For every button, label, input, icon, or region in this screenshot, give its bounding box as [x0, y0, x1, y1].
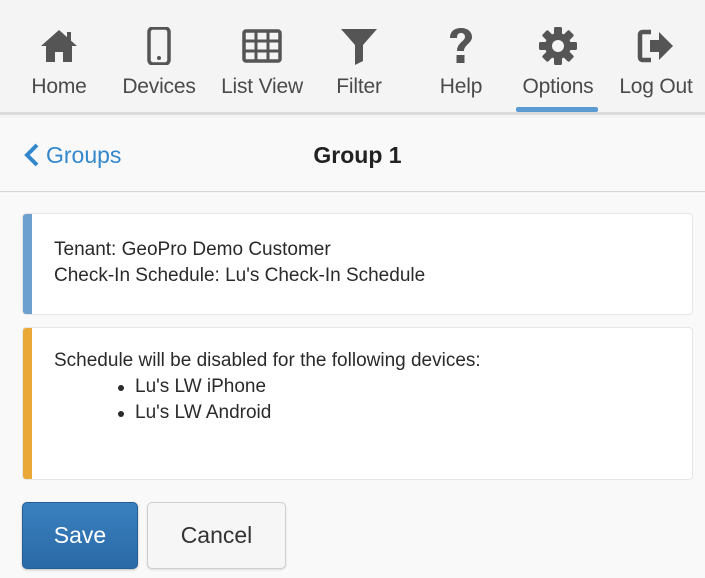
- nav-item-options[interactable]: Options: [512, 0, 604, 115]
- page-title: Group 1: [313, 142, 402, 168]
- cancel-button[interactable]: Cancel: [147, 502, 286, 569]
- nav-item-filter[interactable]: Filter: [322, 0, 396, 115]
- list-item: Lu's LW iPhone: [113, 374, 692, 400]
- warning-message: Schedule will be disabled for the follow…: [54, 350, 481, 371]
- schedule-warning-card: Schedule will be disabled for the follow…: [22, 327, 693, 480]
- group-info-card: Tenant: GeoPro Demo Customer Check-In Sc…: [22, 213, 693, 315]
- nav-label-options: Options: [522, 75, 594, 98]
- grid-list-icon: [242, 26, 282, 66]
- nav-label-log-out: Log Out: [619, 75, 693, 98]
- nav-label-help: Help: [439, 75, 483, 98]
- warning-accent-bar: [23, 328, 32, 479]
- nav-item-help[interactable]: Help: [426, 0, 496, 115]
- page-header: Groups Group 1: [0, 118, 705, 192]
- nav-item-list-view[interactable]: List View: [208, 0, 316, 115]
- affected-device-list: Lu's LW iPhone Lu's LW Android: [113, 374, 692, 426]
- save-button[interactable]: Save: [22, 502, 138, 569]
- nav-label-list-view: List View: [221, 75, 303, 98]
- filter-funnel-icon: [339, 26, 379, 66]
- nav-label-devices: Devices: [122, 75, 196, 98]
- top-navigation: Home Devices List View Filter Help Optio…: [0, 0, 705, 115]
- gear-icon: [538, 26, 578, 66]
- nav-item-devices[interactable]: Devices: [114, 0, 204, 115]
- home-icon: [39, 26, 79, 66]
- nav-label-home: Home: [31, 75, 87, 98]
- main-content: Tenant: GeoPro Demo Customer Check-In Sc…: [0, 193, 705, 578]
- nav-label-filter: Filter: [336, 75, 382, 98]
- check-in-schedule-text: Check-In Schedule: Lu's Check-In Schedul…: [54, 265, 426, 286]
- tenant-text: Tenant: GeoPro Demo Customer: [54, 239, 331, 260]
- nav-item-log-out[interactable]: Log Out: [610, 0, 702, 115]
- active-tab-indicator: [516, 107, 598, 112]
- question-mark-icon: [441, 26, 481, 66]
- list-item: Lu's LW Android: [113, 400, 692, 426]
- log-out-icon: [636, 26, 676, 66]
- info-accent-bar: [23, 214, 32, 314]
- nav-item-home[interactable]: Home: [22, 0, 96, 115]
- mobile-device-icon: [139, 26, 179, 66]
